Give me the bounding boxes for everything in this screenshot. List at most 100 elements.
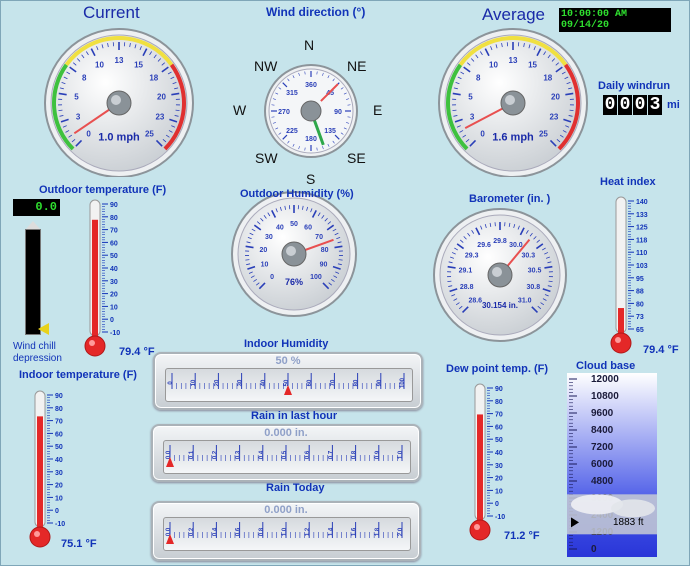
average-title: Average [482, 5, 546, 24]
thermometer-tick-label: -10 [110, 330, 120, 337]
thermometer-mercury [477, 414, 483, 524]
thermometer-tick-label: 88 [636, 289, 644, 296]
thermometer-tick-label: 70 [55, 419, 63, 426]
gauge-tick-label: 3 [76, 112, 81, 121]
rain-today-readout: 0.000 in. [264, 504, 308, 516]
outdoor-humidity-label: Outdoor Humidity (%) [240, 188, 354, 200]
thermometer-bulb-highlight [89, 340, 95, 346]
scale-tick-label: 0.9 [375, 450, 381, 459]
gauge-tick [175, 109, 180, 112]
gauge-tick-label: 8 [82, 74, 87, 83]
windrun-label: Daily windrun [598, 80, 671, 92]
compass-dial-label: 180 [305, 136, 317, 143]
cloud-tick-label: 9600 [591, 408, 614, 419]
thermometer-tick-label: 60 [55, 431, 63, 438]
rain-last-hour-bar: 0.000 in. 0.0 0.1 0.2 0.3 0.4 0.5 0.6 0.7 0.8 0.9… [151, 424, 421, 482]
scale-tick-label: 40 [261, 379, 267, 386]
thermometer-mercury [92, 219, 98, 340]
gauge-tick [548, 280, 553, 283]
windrun-odometer: 0 0 0 3 [603, 95, 662, 115]
compass-dial-label: 315 [286, 90, 298, 97]
wind-chill-up-arrow-icon [26, 221, 40, 229]
thermometer-tick-label: 95 [636, 276, 644, 283]
thermometer-tick-label: 0 [495, 501, 499, 508]
windrun-digit: 0 [603, 95, 617, 115]
compass-dial-label: 90 [334, 109, 342, 116]
wind-chill-label-2: depression [13, 353, 62, 364]
windrun-digit: 0 [633, 95, 647, 115]
gauge-tick-label: 0 [270, 274, 274, 281]
gauge-tick-label: 29.3 [465, 252, 479, 259]
gauge-readout: 1.6 mph [492, 131, 534, 143]
gauge-tick-label: 100 [310, 274, 322, 281]
thermometer-tick-label: 133 [636, 212, 648, 219]
scale-tick-label: 1.0 [282, 527, 288, 536]
thermometer-tick-label: 0 [55, 508, 59, 515]
thermometer-tick-label: -10 [55, 521, 65, 528]
scale-tick-label: 1.8 [375, 527, 381, 536]
windrun-unit: mi [667, 99, 680, 111]
indoor-humidity-scale: 0 10 20 30 40 50 60 70 80 90 100 [165, 368, 413, 402]
thermometer-tick-label: 90 [55, 393, 63, 400]
thermometer-tick-label: 10 [110, 304, 118, 311]
gauge-tick-label: 30 [265, 234, 273, 241]
thermometer-bulb-highlight [474, 524, 480, 530]
gauge-tick-label: 80 [321, 247, 329, 254]
compass-sw: SW [255, 150, 278, 166]
current-title: Current [83, 3, 140, 22]
cloud-base-chart: 1200010800960084007200600048003600240012… [567, 373, 657, 557]
thermometer-tick-label: 70 [110, 228, 118, 235]
thermometer-tick-label: 30 [55, 470, 63, 477]
gauge-tick-label: 18 [543, 74, 552, 83]
thermometer-tick-label: 70 [495, 412, 503, 419]
heat-index-thermometer: 140 133 125 118 110 103 95 88 80 73 65 [610, 196, 648, 354]
gauge-tick-label: 28.6 [468, 298, 482, 305]
thermometer-tick-label: 80 [55, 406, 63, 413]
gauge-tick-label: 3 [470, 112, 475, 121]
outdoor-temp-thermometer: 90 80 70 60 50 40 30 20 10 0 -10 [84, 199, 120, 357]
thermometer-tick-label: 125 [636, 225, 648, 232]
gauge-tick-label: 90 [320, 262, 328, 269]
cloud-tick-label: 7200 [591, 442, 614, 453]
wind-chill-pointer-icon [38, 323, 49, 335]
compass-dial-label: 270 [278, 109, 290, 116]
thermometer-tick-label: 40 [110, 266, 118, 273]
scale-tick-label: 0.3 [236, 450, 242, 459]
thermometer-tick-label: 60 [495, 424, 503, 431]
gauge-tick-label: 10 [261, 262, 269, 269]
gauge-tick [245, 259, 250, 261]
scale-tick-label: 50 [284, 379, 290, 386]
gauge-tick-label: 25 [539, 129, 548, 138]
barometer-label: Barometer (in. ) [469, 193, 551, 205]
gauge-tick [452, 109, 457, 112]
thermometer-tick-label: 40 [55, 457, 63, 464]
compass-ne: NE [347, 58, 367, 74]
gauge-tick-label: 13 [115, 56, 124, 65]
gauge-tick-label: 8 [476, 74, 481, 83]
thermometer-bulb [610, 332, 632, 354]
wind-chill-label: Wind chill [13, 341, 56, 352]
cloud-base-label: Cloud base [576, 360, 636, 372]
thermometer-bulb-highlight [34, 531, 40, 537]
rain-last-hour-readout: 0.000 in. [264, 427, 308, 439]
gauge-tick-label: 30.3 [522, 252, 536, 259]
thermometer-tick-label: 50 [110, 253, 118, 260]
gauge-tick-label: 30.8 [526, 284, 540, 291]
wind-chill-bar [25, 229, 41, 335]
wind-chill-readout: 0.0 [13, 199, 60, 216]
rain-today-scale: 0.0 0.2 0.4 0.6 0.8 1.0 1.2 1.4 1.6 1.8 2.0 [163, 517, 411, 551]
scale-tick-label: 0 [168, 381, 174, 385]
gauge-tick-label: 13 [509, 56, 518, 65]
dew-point-thermometer: 90 80 70 60 50 40 30 20 10 0 -10 [469, 383, 505, 541]
gauge-tick-label: 60 [304, 224, 312, 231]
gauge-tick-label: 25 [145, 129, 154, 138]
rain-today-label: Rain Today [266, 482, 325, 494]
rain-last-hour-label: Rain in last hour [251, 410, 338, 422]
gauge-hub-highlight [492, 267, 502, 277]
scale-tick-label: 0.0 [166, 450, 172, 459]
thermometer-mercury [37, 416, 43, 531]
scale-tick-label: 0.0 [166, 527, 172, 536]
gauge-hub-highlight [505, 95, 515, 105]
compass-n: N [304, 37, 315, 53]
gauge-tick-label: 10 [489, 61, 498, 70]
